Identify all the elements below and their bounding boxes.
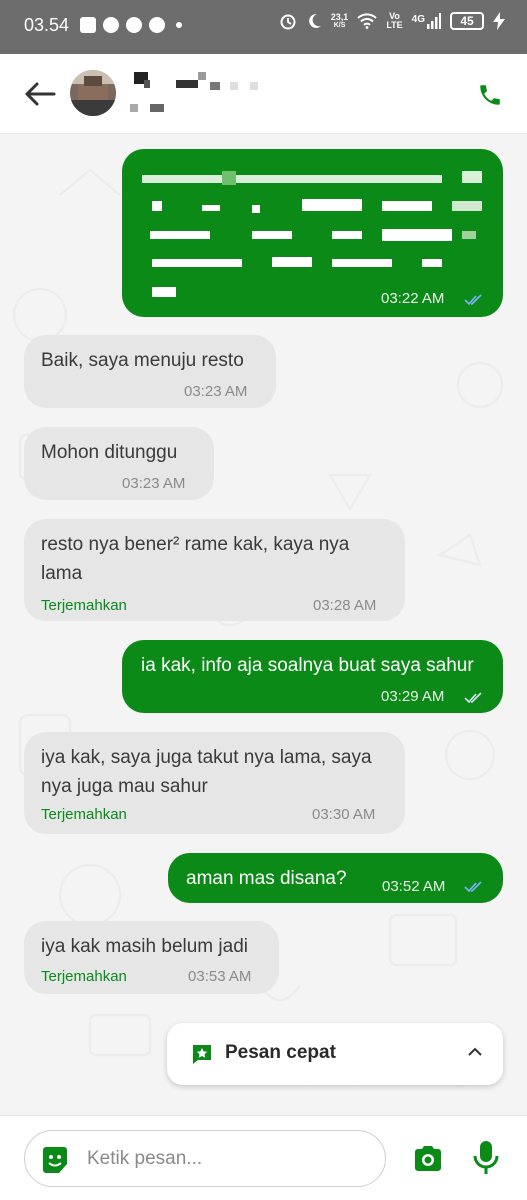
facebook-icon <box>149 17 165 33</box>
message-bubble-outgoing[interactable]: ia kak, info aja soalnya buat saya sahur… <box>122 640 503 713</box>
microphone-icon[interactable] <box>472 1140 500 1176</box>
message-text: Baik, saya menuju resto <box>41 350 244 371</box>
read-receipt-icon <box>464 881 482 893</box>
message-bubble-incoming[interactable]: iya kak masih belum jadi Terjemahkan 03:… <box>24 921 279 994</box>
message-time: 03:52 AM <box>382 878 446 895</box>
message-text: aman mas disana? <box>186 868 347 889</box>
battery-indicator: 45 <box>450 12 484 30</box>
arrow-left-icon[interactable] <box>22 78 58 110</box>
message-bubble-outgoing[interactable]: 03:22 AM <box>122 149 503 317</box>
message-bubble-incoming[interactable]: resto nya bener² rame kak, kaya nya lama… <box>24 519 405 621</box>
message-bubble-incoming[interactable]: Baik, saya menuju resto 03:23 AM <box>24 335 276 408</box>
message-text-line1: iya kak, saya juga takut nya lama, saya <box>41 747 372 768</box>
smile-sticker-icon[interactable] <box>39 1144 71 1176</box>
message-time: 03:30 AM <box>312 806 376 823</box>
camera-icon[interactable] <box>412 1144 444 1174</box>
message-text-line1: resto nya bener² rame kak, kaya nya <box>41 534 350 555</box>
message-time: 03:29 AM <box>381 688 445 705</box>
chevron-up-icon <box>468 1047 482 1056</box>
quick-reply-button[interactable]: Pesan cepat <box>167 1023 503 1085</box>
star-chat-icon <box>193 1045 211 1064</box>
do-not-disturb-moon-icon <box>308 13 321 28</box>
translate-link[interactable]: Terjemahkan <box>41 597 127 614</box>
github-icon <box>126 17 142 33</box>
net-speed-value: 23,1 <box>330 12 349 22</box>
whatsapp-icon <box>103 17 119 33</box>
avatar[interactable] <box>70 70 116 116</box>
system-status-icons: 23,1 K/S Vo LTE 4G 45 <box>279 12 505 30</box>
message-text: ia kak, info aja soalnya buat saya sahur <box>141 655 474 676</box>
message-time: 03:23 AM <box>122 475 186 492</box>
message-bubble-outgoing[interactable]: aman mas disana? 03:52 AM <box>168 853 503 903</box>
message-bubble-incoming[interactable]: Mohon ditunggu 03:23 AM <box>24 427 214 500</box>
volte-indicator: Vo LTE <box>386 12 402 30</box>
message-list[interactable]: 03:22 AM Baik, saya menuju resto 03:23 A… <box>0 135 527 1115</box>
net-speed-unit: K/S <box>333 22 346 29</box>
phone-icon[interactable] <box>477 82 503 108</box>
wifi-icon <box>357 13 378 29</box>
discord-icon <box>80 17 96 33</box>
network-type: 4G <box>411 14 425 25</box>
alarm-icon <box>280 14 296 30</box>
censored-text <box>122 149 503 317</box>
message-text-line2: nya juga mau sahur <box>41 776 208 797</box>
message-time: 03:23 AM <box>184 383 248 400</box>
message-time: 03:53 AM <box>188 968 252 985</box>
message-text: iya kak masih belum jadi <box>41 936 248 957</box>
message-time: 03:28 AM <box>313 597 377 614</box>
message-input-container[interactable] <box>24 1130 386 1187</box>
read-receipt-icon <box>464 294 482 306</box>
cellular-signal: 4G <box>412 13 441 29</box>
message-time: 03:22 AM <box>381 290 445 307</box>
status-bar: 03.54 23,1 K/S Vo LTE 4G 45 <box>0 0 527 54</box>
volte-bottom: LTE <box>386 20 403 30</box>
signal-bars-icon <box>427 13 441 29</box>
contact-status <box>130 102 190 116</box>
translate-link[interactable]: Terjemahkan <box>41 968 127 985</box>
status-time: 03.54 <box>24 15 70 35</box>
chat-header <box>0 54 527 134</box>
message-bubble-incoming[interactable]: iya kak, saya juga takut nya lama, saya … <box>24 732 405 834</box>
contact-name[interactable] <box>130 72 260 92</box>
message-text: Mohon ditunggu <box>41 442 178 463</box>
translate-link[interactable]: Terjemahkan <box>41 806 127 823</box>
quick-reply-label: Pesan cepat <box>225 1042 336 1063</box>
charging-bolt-icon <box>493 12 505 30</box>
message-composer <box>0 1115 527 1200</box>
message-text-line2: lama <box>41 563 83 584</box>
notification-icons <box>80 17 182 33</box>
network-speed: 23,1 K/S <box>330 12 349 30</box>
more-notifications-dot <box>176 22 182 28</box>
message-input[interactable] <box>87 1141 377 1177</box>
read-receipt-icon <box>464 692 482 704</box>
